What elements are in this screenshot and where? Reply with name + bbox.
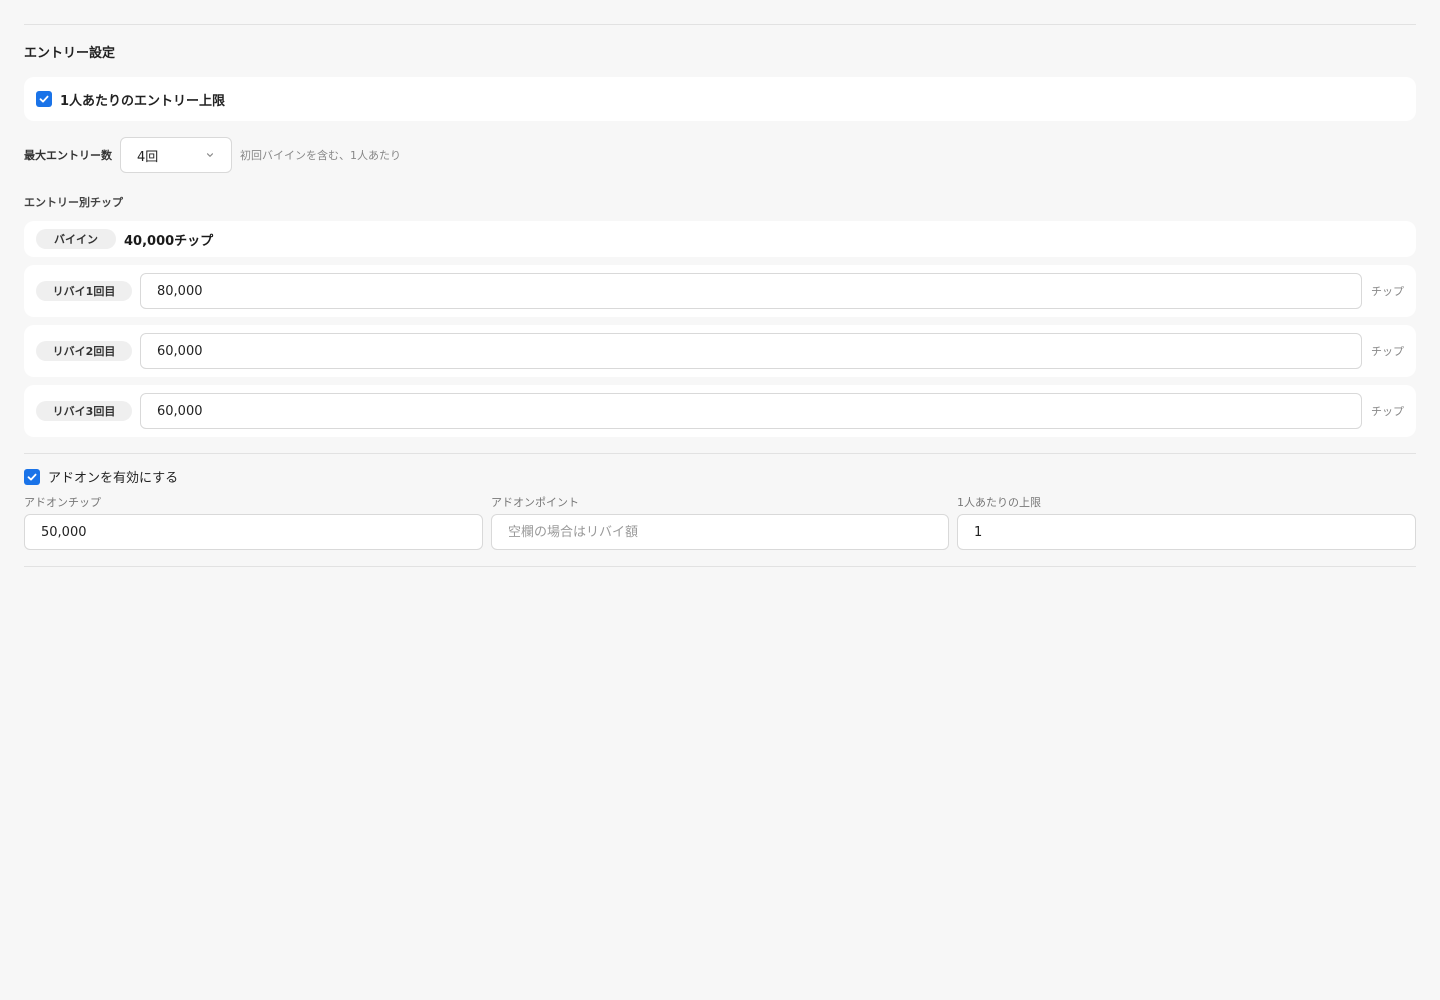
rebuy-2-input[interactable] [140, 333, 1362, 369]
max-entries-row: 最大エントリー数 4回 初回バイインを含む、1人あたり [24, 137, 401, 173]
addon-points-label: アドオンポイント [491, 496, 579, 509]
addon-enable-row: アドオンを有効にする [24, 467, 178, 486]
max-entries-select[interactable]: 4回 [120, 137, 232, 173]
rebuy-1-input[interactable] [140, 273, 1362, 309]
top-divider [24, 24, 1416, 25]
max-entries-hint: 初回バイインを含む、1人あたり [240, 149, 401, 162]
addon-enable-label: アドオンを有効にする [48, 471, 179, 486]
rebuy-badge: リバイ2回目 [36, 341, 132, 361]
per-person-limit-checkbox[interactable] [36, 91, 52, 107]
per-person-limit-card: 1人あたりのエントリー上限 [24, 77, 1416, 121]
bottom-divider [24, 566, 1416, 567]
rebuy-unit: チップ [1371, 345, 1404, 358]
per-person-limit-label: 1人あたりのエントリー上限 [60, 93, 226, 109]
rebuy-3-input[interactable] [140, 393, 1362, 429]
addon-limit-label: 1人あたりの上限 [957, 496, 1041, 509]
buyin-row: バイイン 40,000チップ [24, 221, 1416, 257]
max-entries-value: 4回 [137, 149, 159, 165]
addon-chips-input[interactable] [24, 514, 483, 550]
addon-chips-label: アドオンチップ [24, 496, 101, 509]
rebuy-badge: リバイ1回目 [36, 281, 132, 301]
addon-enable-checkbox[interactable] [24, 468, 40, 485]
rebuy-badge: リバイ3回目 [36, 401, 132, 421]
addon-divider [24, 453, 1416, 454]
rebuy-row: リバイ3回目 チップ [24, 385, 1416, 437]
chevron-down-icon [206, 153, 214, 157]
rebuy-unit: チップ [1371, 405, 1404, 418]
check-icon [39, 95, 49, 103]
rebuy-unit: チップ [1371, 285, 1404, 298]
buyin-badge: バイイン [36, 229, 116, 249]
check-icon [27, 473, 37, 480]
rebuy-row: リバイ2回目 チップ [24, 325, 1416, 377]
chips-section-label: エントリー別チップ [24, 196, 123, 209]
addon-limit-input[interactable] [957, 514, 1416, 550]
section-title: エントリー設定 [24, 46, 116, 61]
rebuy-row: リバイ1回目 チップ [24, 265, 1416, 317]
max-entries-label: 最大エントリー数 [24, 149, 112, 162]
buyin-value: 40,000チップ [124, 233, 214, 249]
addon-points-input[interactable] [491, 514, 949, 550]
